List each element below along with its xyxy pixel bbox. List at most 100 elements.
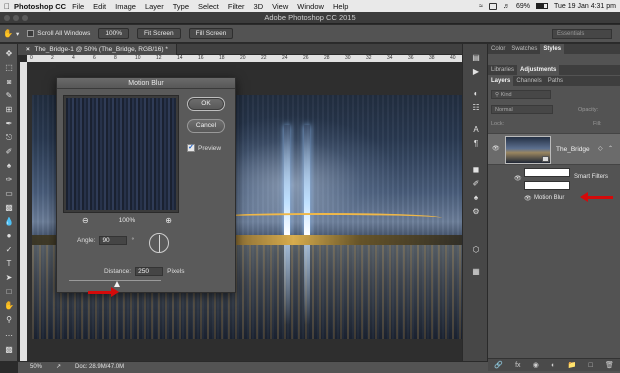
battery-icon[interactable]: [535, 3, 548, 9]
smart-filter-mask-2[interactable]: [524, 181, 570, 190]
history-panel-icon[interactable]: ▤: [470, 52, 482, 63]
layer-style-icon[interactable]: fx: [515, 362, 520, 369]
layer-kind-filter[interactable]: ⚲ Kind: [491, 90, 551, 99]
menubar-clock[interactable]: Tue 19 Jan 4:31 pm: [554, 3, 616, 10]
eyedropper-tool-icon[interactable]: ✒: [2, 118, 16, 129]
dodge-tool-icon[interactable]: ●: [2, 230, 16, 241]
apple-menu-icon[interactable]: : [0, 2, 14, 11]
gradient-tool-icon[interactable]: ▩: [2, 202, 16, 213]
filter-preview[interactable]: [63, 95, 179, 213]
brush-presets-panel-icon[interactable]: ◼: [470, 164, 482, 175]
blend-mode-select[interactable]: Normal: [491, 105, 553, 114]
motion-blur-filter-label[interactable]: Motion Blur: [534, 195, 564, 201]
zoom-in-icon[interactable]: ⊕: [165, 216, 172, 225]
display-icon[interactable]: [488, 2, 497, 10]
cancel-button[interactable]: Cancel: [187, 119, 225, 133]
tab-adjustments[interactable]: Adjustments: [517, 65, 560, 75]
tool-presets-panel-icon[interactable]: ⚙: [470, 206, 482, 217]
more-tools-icon[interactable]: ⋯: [2, 330, 16, 341]
menu-app-name[interactable]: Photoshop CC: [14, 2, 66, 11]
lasso-tool-icon[interactable]: ⧆: [2, 76, 16, 87]
angle-dial[interactable]: [149, 233, 169, 253]
menu-file[interactable]: File: [72, 2, 84, 11]
preview-checkbox-row[interactable]: ✓ Preview: [187, 144, 221, 152]
ok-button[interactable]: OK: [187, 97, 225, 111]
link-layers-icon[interactable]: 🔗: [494, 361, 503, 369]
type-tool-icon[interactable]: T: [2, 258, 16, 269]
workspace-switcher[interactable]: Essentials: [552, 29, 612, 39]
foreground-background-icon[interactable]: ▩: [2, 344, 16, 355]
menu-view[interactable]: View: [272, 2, 288, 11]
blur-tool-icon[interactable]: 💧: [2, 216, 16, 227]
crop-tool-icon[interactable]: ⊞: [2, 104, 16, 115]
layer-visibility-eye-icon[interactable]: 👁: [492, 145, 500, 152]
zoom-out-icon[interactable]: ⊖: [82, 216, 89, 225]
wifi-icon[interactable]: ≈: [479, 3, 483, 10]
tab-layers[interactable]: Layers: [488, 76, 514, 86]
tab-paths[interactable]: Paths: [545, 76, 566, 86]
tab-libraries[interactable]: Libraries: [488, 65, 517, 75]
3d-panel-icon[interactable]: ⬡: [470, 244, 482, 255]
preview-checkbox[interactable]: ✓: [187, 144, 195, 152]
fill-screen-button[interactable]: Fill Screen: [188, 28, 234, 39]
move-tool-icon[interactable]: ✥: [2, 48, 16, 59]
motion-blur-eye-icon[interactable]: 👁: [524, 195, 532, 202]
eraser-tool-icon[interactable]: ▭: [2, 188, 16, 199]
status-doc-size[interactable]: Doc: 28.9M/47.0M: [75, 362, 124, 373]
character-panel-icon[interactable]: A: [470, 124, 482, 135]
layer-row-the-bridge[interactable]: 👁 The_Bridge ◇ ⌃: [488, 133, 620, 165]
minimize-window-icon[interactable]: [13, 15, 19, 21]
add-mask-icon[interactable]: ◉: [533, 361, 539, 369]
tab-styles[interactable]: Styles: [540, 44, 565, 54]
brush-tool-icon[interactable]: ✐: [2, 146, 16, 157]
tab-color[interactable]: Color: [488, 44, 508, 54]
hand-tool-panel-icon[interactable]: ✋: [2, 300, 16, 311]
delete-layer-icon[interactable]: 🗑: [605, 361, 614, 369]
measurement-panel-icon[interactable]: ▦: [470, 266, 482, 277]
path-selection-tool-icon[interactable]: ➤: [2, 272, 16, 283]
tab-swatches[interactable]: Swatches: [508, 44, 540, 54]
menu-layer[interactable]: Layer: [145, 2, 164, 11]
tool-preset-chevron-icon[interactable]: ▾: [16, 30, 19, 38]
menu-type[interactable]: Type: [173, 2, 189, 11]
smart-filters-eye-icon[interactable]: 👁: [514, 175, 522, 182]
smart-filters-label[interactable]: Smart Filters: [574, 174, 608, 180]
properties-panel-icon[interactable]: ☷: [470, 102, 482, 113]
scroll-all-windows-checkbox[interactable]: [27, 30, 35, 37]
history-brush-tool-icon[interactable]: ✑: [2, 174, 16, 185]
volume-icon[interactable]: ♬: [503, 3, 510, 10]
status-share-icon[interactable]: ↗: [56, 362, 61, 373]
menu-filter[interactable]: Filter: [228, 2, 245, 11]
menu-image[interactable]: Image: [115, 2, 136, 11]
angle-input[interactable]: 90: [99, 236, 128, 245]
hand-tool-icon[interactable]: ✋: [0, 29, 16, 38]
adjustments-panel-icon[interactable]: ◐: [470, 88, 482, 99]
pen-tool-icon[interactable]: ✓: [2, 244, 16, 255]
dialog-title[interactable]: Motion Blur: [57, 78, 235, 89]
document-tab[interactable]: × The_Bridge-1 @ 50% (The_Bridge, RGB/16…: [18, 44, 177, 55]
expand-chevron-icon[interactable]: ⌃: [608, 145, 613, 152]
menu-3d[interactable]: 3D: [254, 2, 264, 11]
zoom-window-icon[interactable]: [22, 15, 28, 21]
distance-input[interactable]: 250: [135, 267, 164, 276]
menu-select[interactable]: Select: [198, 2, 219, 11]
zoom-tool-icon[interactable]: ⚲: [2, 314, 16, 325]
brushes-panel-icon[interactable]: ✐: [470, 178, 482, 189]
menu-help[interactable]: Help: [333, 2, 348, 11]
smart-filter-mask[interactable]: [524, 168, 570, 177]
actions-panel-icon[interactable]: ▶: [470, 66, 482, 77]
close-window-icon[interactable]: [4, 15, 10, 21]
layer-name[interactable]: The_Bridge: [556, 146, 590, 153]
zoom-100-button[interactable]: 100%: [98, 28, 129, 39]
clone-stamp-tool-icon[interactable]: ♠: [2, 160, 16, 171]
menu-edit[interactable]: Edit: [93, 2, 106, 11]
tab-channels[interactable]: Channels: [513, 76, 544, 86]
adjustment-layer-icon[interactable]: ◐: [551, 362, 555, 369]
healing-brush-tool-icon[interactable]: ⎋: [2, 132, 16, 143]
new-group-icon[interactable]: 📁: [568, 361, 577, 369]
marquee-tool-icon[interactable]: ⬚: [2, 62, 16, 73]
fit-screen-button[interactable]: Fit Screen: [137, 28, 181, 39]
menu-window[interactable]: Window: [297, 2, 324, 11]
filter-effects-icon[interactable]: ◇: [598, 145, 603, 152]
status-zoom[interactable]: 50%: [30, 362, 42, 373]
